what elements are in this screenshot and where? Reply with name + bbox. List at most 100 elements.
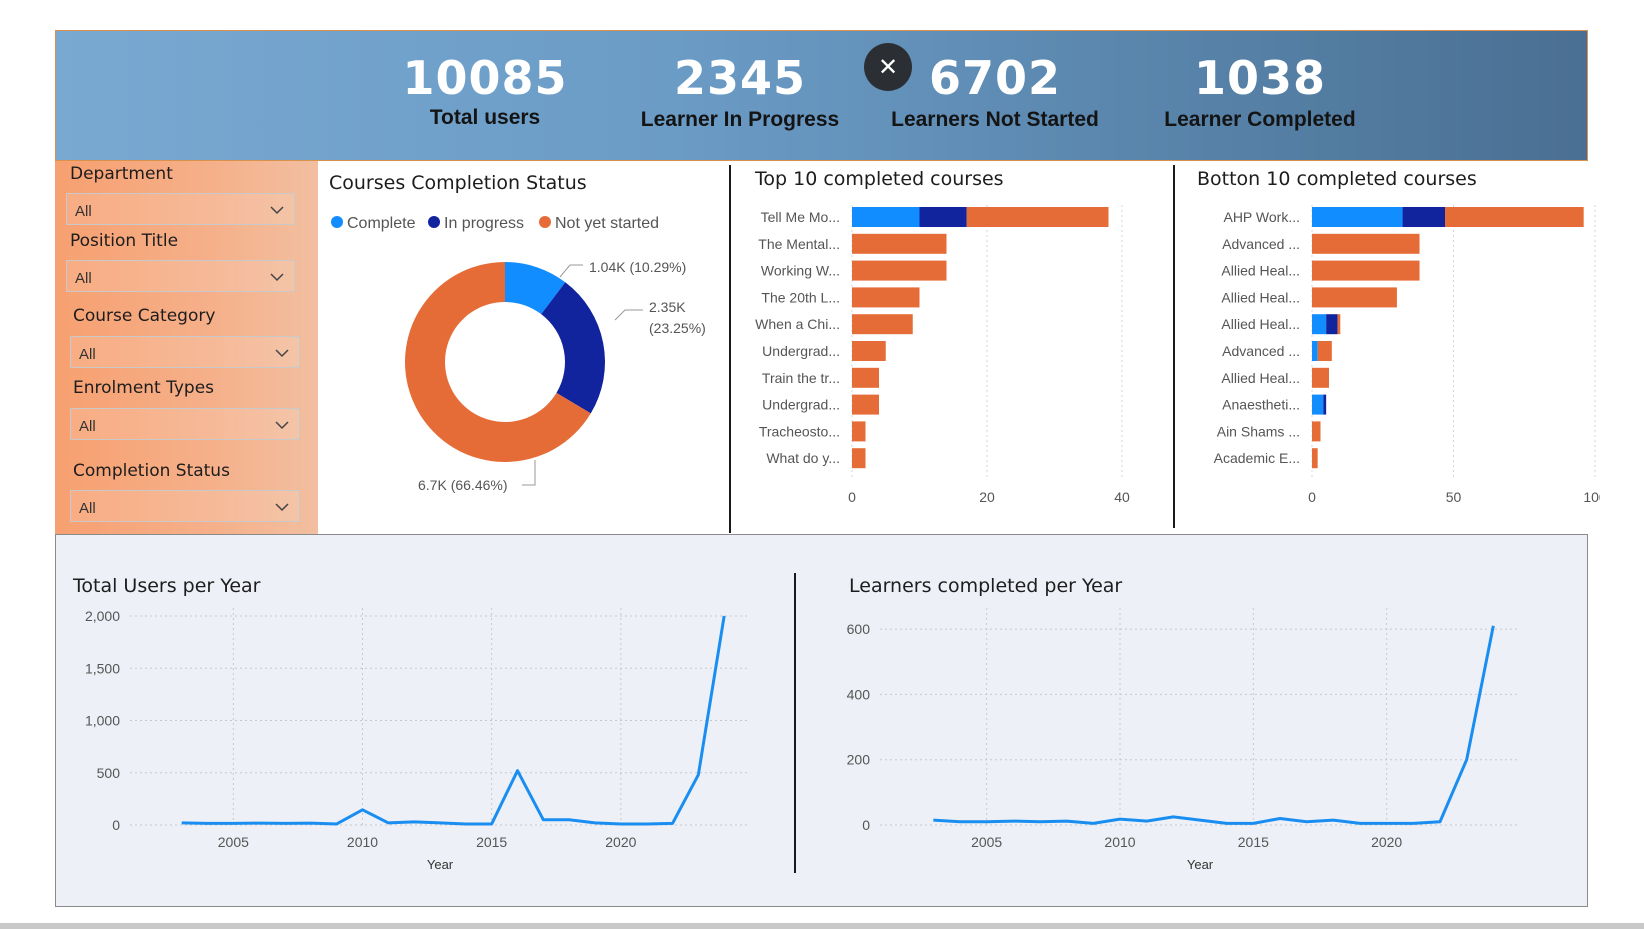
learners-data-point[interactable]: [1409, 819, 1417, 827]
users-data-point[interactable]: [514, 767, 522, 775]
bottom10-bar-not-yet-started[interactable]: [1312, 260, 1420, 281]
top10-category-label: The 20th L...: [761, 289, 840, 305]
users-data-point[interactable]: [488, 820, 496, 828]
users-data-point[interactable]: [694, 771, 702, 779]
learners-data-point[interactable]: [1223, 819, 1231, 827]
top10-bar-complete[interactable]: [852, 207, 920, 227]
users-data-point[interactable]: [565, 816, 573, 824]
learners-data-point[interactable]: [1356, 819, 1364, 827]
learners-data-point[interactable]: [929, 816, 937, 824]
users-data-point[interactable]: [229, 819, 237, 827]
users-data-point[interactable]: [281, 819, 289, 827]
bottom10-bar-complete[interactable]: [1312, 207, 1403, 227]
chevron-down-icon: [275, 349, 289, 358]
users-data-point[interactable]: [384, 819, 392, 827]
users-data-point[interactable]: [669, 819, 677, 827]
learners-data-point[interactable]: [1249, 819, 1257, 827]
learners-data-point[interactable]: [1303, 818, 1311, 826]
bottom10-bar-not-yet-started[interactable]: [1312, 421, 1321, 442]
top10-bar-in-progress[interactable]: [919, 207, 967, 227]
bottom10-bar-in-progress[interactable]: [1326, 314, 1338, 335]
learners-data-point[interactable]: [1436, 818, 1444, 826]
chevron-down-icon: [270, 273, 284, 282]
users-y-tick: 2,000: [85, 608, 120, 624]
bottom10-bar-not-yet-started[interactable]: [1312, 448, 1318, 469]
learners-data-point[interactable]: [1383, 819, 1391, 827]
top10-bar-not-yet-started[interactable]: [852, 341, 886, 361]
users-data-point[interactable]: [333, 820, 341, 828]
dropdown-value: All: [79, 418, 96, 435]
top10-bar-not-yet-started[interactable]: [852, 314, 913, 335]
users-data-point[interactable]: [643, 820, 651, 828]
top10-bar-not-yet-started[interactable]: [852, 367, 879, 388]
users-data-point[interactable]: [436, 819, 444, 827]
top10-category-label: The Mental...: [758, 236, 840, 252]
bottom10-bar-not-yet-started[interactable]: [1337, 314, 1341, 335]
learners-data-point[interactable]: [1329, 816, 1337, 824]
bottom10-bar-complete[interactable]: [1312, 394, 1324, 415]
users-data-point[interactable]: [720, 612, 728, 620]
top10-bar-not-yet-started[interactable]: [966, 207, 1109, 227]
kpi-in-progress: 2345 Learner In Progress: [620, 51, 860, 133]
learners-completed-line-chart: 0 200 400 600 2005 2010 2015 2020 Year: [847, 608, 1520, 870]
learners-data-point[interactable]: [1009, 817, 1017, 825]
users-data-point[interactable]: [410, 818, 418, 826]
bottom10-bar-not-yet-started[interactable]: [1445, 207, 1584, 227]
learners-data-point[interactable]: [1063, 817, 1071, 825]
enrolment-types-dropdown[interactable]: All: [70, 408, 300, 440]
kpi-value: 6702: [928, 51, 1062, 105]
bottom10-bar-not-yet-started[interactable]: [1317, 341, 1332, 361]
top10-bar-not-yet-started[interactable]: [852, 260, 947, 281]
legend-swatch-complete: [331, 216, 343, 228]
learners-completed-chart-title: Learners completed per Year: [849, 575, 1123, 597]
chevron-down-icon: [275, 421, 289, 430]
users-data-point[interactable]: [359, 806, 367, 814]
learners-x-tick: 2020: [1371, 834, 1402, 850]
users-data-point[interactable]: [617, 820, 625, 828]
learners-data-point[interactable]: [1143, 817, 1151, 825]
bottom10-x-tick: 100: [1583, 489, 1600, 505]
learners-data-point[interactable]: [1196, 816, 1204, 824]
top10-bar-not-yet-started[interactable]: [852, 233, 947, 254]
users-data-point[interactable]: [591, 819, 599, 827]
bottom10-bar-in-progress[interactable]: [1402, 207, 1446, 227]
dropdown-value: All: [79, 346, 96, 363]
learners-data-point[interactable]: [1089, 819, 1097, 827]
top10-bar-not-yet-started[interactable]: [852, 421, 866, 442]
completion-status-dropdown[interactable]: All: [70, 490, 300, 522]
learners-data-point[interactable]: [1169, 813, 1177, 821]
bottom10-category-label: Advanced ...: [1222, 236, 1300, 252]
users-data-point[interactable]: [539, 816, 547, 824]
course-category-dropdown[interactable]: All: [70, 336, 300, 368]
learners-data-point[interactable]: [1489, 622, 1497, 630]
bottom10-bar-not-yet-started[interactable]: [1312, 287, 1397, 308]
learners-data-point[interactable]: [1276, 814, 1284, 822]
learners-data-point[interactable]: [1036, 818, 1044, 826]
position-title-dropdown[interactable]: All: [66, 260, 295, 292]
bottom10-bar-not-yet-started[interactable]: [1312, 367, 1329, 388]
bottom10-bar-not-yet-started[interactable]: [1312, 233, 1420, 254]
learners-data-point[interactable]: [1463, 756, 1471, 764]
slicer-title-position: Position Title: [70, 231, 179, 251]
learners-x-tick: 2005: [971, 834, 1002, 850]
learners-data-point[interactable]: [983, 818, 991, 826]
donut-slice-in-progress: [541, 282, 605, 414]
learners-data-point[interactable]: [956, 818, 964, 826]
users-data-point[interactable]: [178, 819, 186, 827]
learners-data-point[interactable]: [1116, 815, 1124, 823]
top10-category-label: Undergrad...: [762, 397, 840, 413]
bottom10-bar-in-progress[interactable]: [1323, 394, 1327, 415]
top10-bar-not-yet-started[interactable]: [852, 394, 879, 415]
users-data-point[interactable]: [204, 819, 212, 827]
department-dropdown[interactable]: All: [66, 193, 295, 225]
total-users-line-chart: 0 500 1,000 1,500 2,000 2005 2010 2015 2020 Year: [85, 608, 750, 870]
bottom10-bar-complete[interactable]: [1312, 314, 1327, 335]
users-data-point[interactable]: [255, 819, 263, 827]
users-data-point[interactable]: [462, 820, 470, 828]
top10-bar-not-yet-started[interactable]: [852, 287, 920, 308]
donut-data-label-in-progress: 2.35K: [649, 299, 686, 315]
bottom10-bar-complete[interactable]: [1312, 341, 1318, 361]
top10-category-label: Undergrad...: [762, 343, 840, 359]
top10-bar-not-yet-started[interactable]: [852, 448, 866, 469]
users-data-point[interactable]: [307, 819, 315, 827]
